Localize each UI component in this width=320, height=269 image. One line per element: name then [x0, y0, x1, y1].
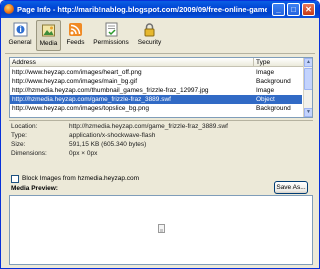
tab-general-label: General	[8, 39, 32, 46]
row-type: Image	[256, 69, 275, 76]
table-row-selected[interactable]: http://hzmedia.heyzap.com/game_frizzle-f…	[10, 95, 302, 104]
media-icon	[42, 24, 55, 37]
size-value: 591,15 KB (605.340 bytes)	[69, 141, 147, 148]
location-value: http://hzmedia.heyzap.com/game_frizzle-f…	[69, 123, 228, 130]
tab-media[interactable]: Media	[36, 20, 61, 51]
size-label: Size:	[11, 141, 26, 148]
row-address: http://hzmedia.heyzap.com/game_frizzle-f…	[12, 96, 171, 103]
firefox-app-icon	[4, 4, 14, 14]
dimensions-value: 0px × 0px	[69, 150, 98, 157]
media-preview-label: Media Preview:	[11, 185, 58, 192]
dimensions-label: Dimensions:	[11, 150, 47, 157]
table-row[interactable]: http://www.heyzap.com/images/topslice_bg…	[10, 104, 302, 113]
row-type: Object	[256, 96, 275, 103]
minimize-button[interactable]: _	[272, 3, 285, 16]
row-type: Background	[256, 78, 291, 85]
tab-feeds[interactable]: Feeds	[62, 20, 89, 51]
window-title: Page Info - http://marib!nablog.blogspot…	[17, 5, 267, 14]
close-button[interactable]: ✕	[302, 3, 315, 16]
media-list-scrollbar[interactable]: ▲ ▼	[303, 58, 312, 117]
column-header-type-label: Type	[256, 59, 271, 66]
security-lock-icon	[144, 23, 155, 37]
save-as-button[interactable]: Save As...	[274, 181, 308, 194]
tab-feeds-label: Feeds	[66, 39, 85, 46]
block-images-checkbox[interactable]	[11, 175, 19, 183]
row-address: http://www.heyzap.com/images/topslice_bg…	[12, 105, 149, 112]
row-address: http://hzmedia.heyzap.com/thumbnail_game…	[12, 87, 209, 94]
column-header-type[interactable]: Type	[254, 58, 298, 67]
row-type: Background	[256, 105, 291, 112]
block-images-label[interactable]: Block Images from hzmedia.heyzap.com	[22, 174, 139, 184]
column-header-address-label: Address	[12, 59, 36, 66]
page-info-dialog: Page Info - http://marib!nablog.blogspot…	[0, 0, 320, 269]
media-preview-pane	[9, 195, 313, 265]
title-bar[interactable]: Page Info - http://marib!nablog.blogspot…	[1, 1, 319, 18]
general-info-icon	[13, 22, 27, 37]
column-header-address[interactable]: Address	[10, 58, 254, 67]
tab-permissions[interactable]: Permissions	[91, 20, 131, 51]
type-value: application/x-shockwave-flash	[69, 132, 156, 139]
tab-security[interactable]: Security	[134, 20, 165, 51]
scroll-up-arrow-icon[interactable]: ▲	[304, 58, 312, 67]
location-label: Location:	[11, 123, 38, 130]
scrollbar-thumb[interactable]	[304, 68, 312, 90]
table-row[interactable]: http://hzmedia.heyzap.com/thumbnail_game…	[10, 86, 302, 95]
tab-media-label: Media	[39, 40, 58, 47]
tab-permissions-label: Permissions	[93, 39, 129, 46]
row-address: http://www.heyzap.com/images/main_bg.gif	[12, 78, 138, 85]
broken-image-icon	[158, 224, 165, 233]
tab-security-label: Security	[137, 39, 162, 46]
row-type: Image	[256, 87, 275, 94]
scroll-down-arrow-icon[interactable]: ▼	[304, 108, 312, 117]
permissions-icon	[105, 22, 117, 37]
table-row[interactable]: http://www.heyzap.com/images/main_bg.gif…	[10, 77, 302, 86]
row-address: http://www.heyzap.com/images/heart_off.p…	[12, 69, 142, 76]
media-list-header: Address Type	[10, 58, 312, 67]
media-list[interactable]: Address Type http://www.heyzap.com/image…	[9, 57, 313, 118]
tab-general[interactable]: General	[5, 20, 35, 51]
type-label: Type:	[11, 132, 27, 139]
table-row[interactable]: http://www.heyzap.com/images/heart_off.p…	[10, 68, 302, 77]
details-divider	[9, 120, 313, 121]
toolbar-divider	[5, 53, 315, 54]
feed-icon	[69, 23, 82, 36]
maximize-button[interactable]: □	[287, 3, 300, 16]
page-info-toolbar: General Media Feeds Permissions Security	[5, 20, 315, 52]
